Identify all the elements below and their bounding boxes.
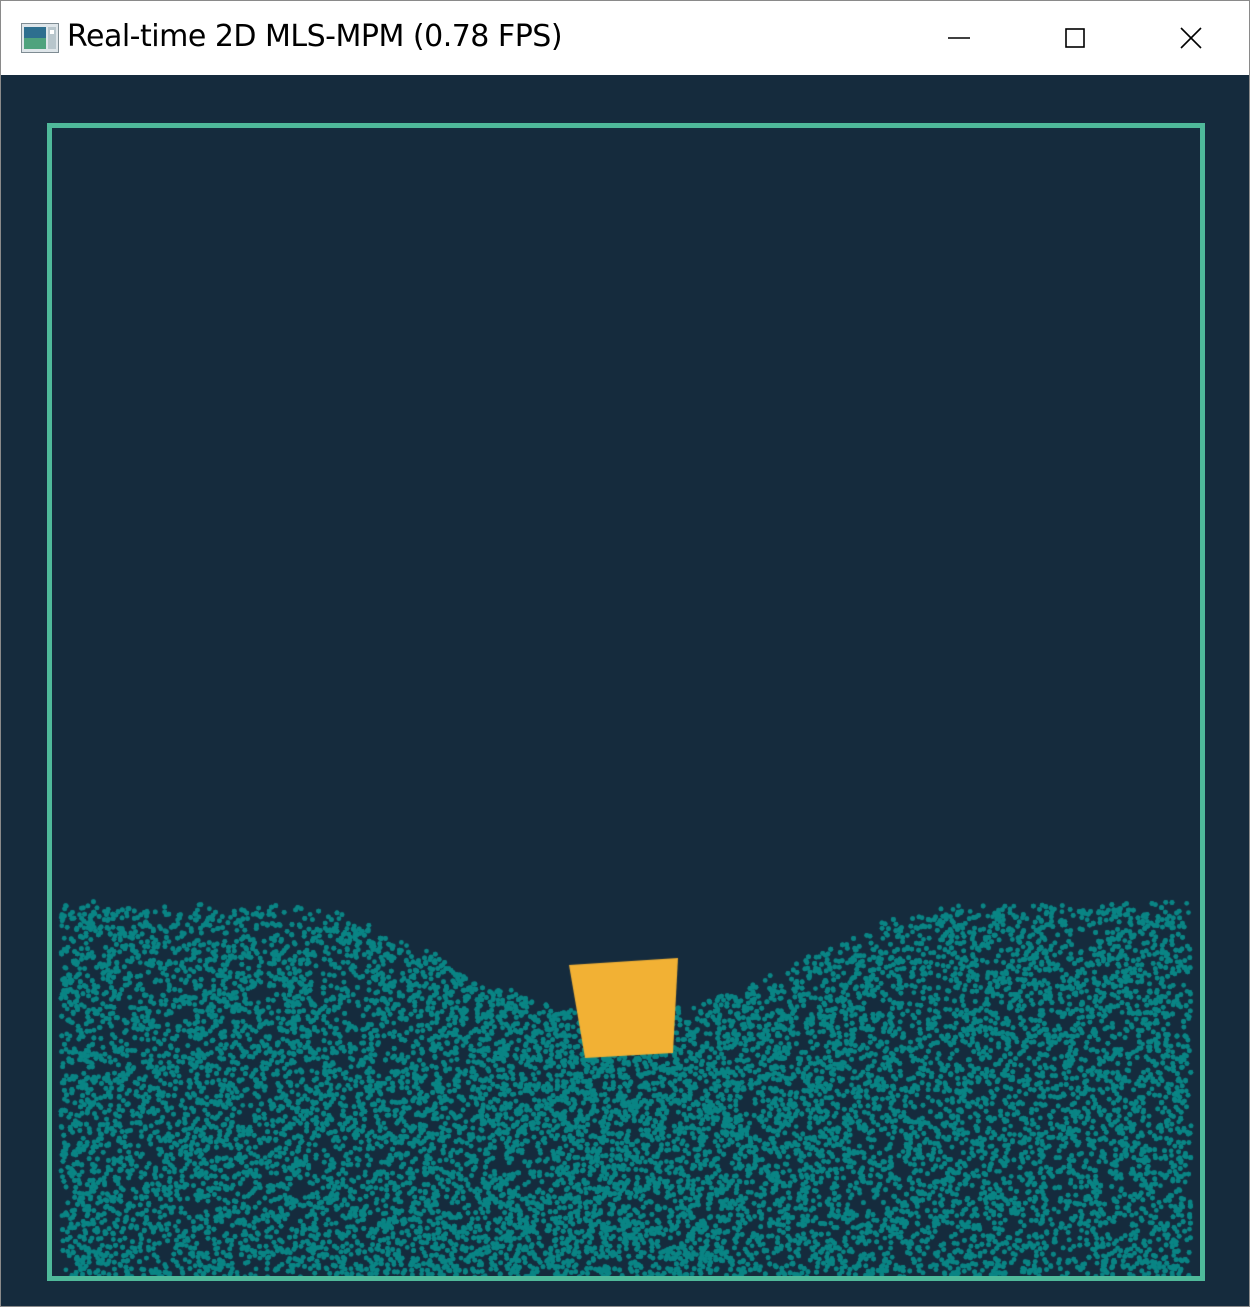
simulation-viewport[interactable] [1,75,1249,1306]
minimize-button[interactable] [901,1,1017,75]
maximize-button[interactable] [1017,1,1133,75]
minimize-icon [948,27,970,49]
maximize-icon [1065,28,1085,48]
app-window-icon [21,23,59,53]
particle-canvas[interactable] [1,75,1249,1306]
title-bar[interactable]: Real-time 2D MLS-MPM (0.78 FPS) [1,1,1249,75]
app-window: Real-time 2D MLS-MPM (0.78 FPS) [0,0,1250,1307]
close-icon [1180,27,1202,49]
close-button[interactable] [1133,1,1249,75]
window-title: Real-time 2D MLS-MPM (0.78 FPS) [67,19,563,54]
